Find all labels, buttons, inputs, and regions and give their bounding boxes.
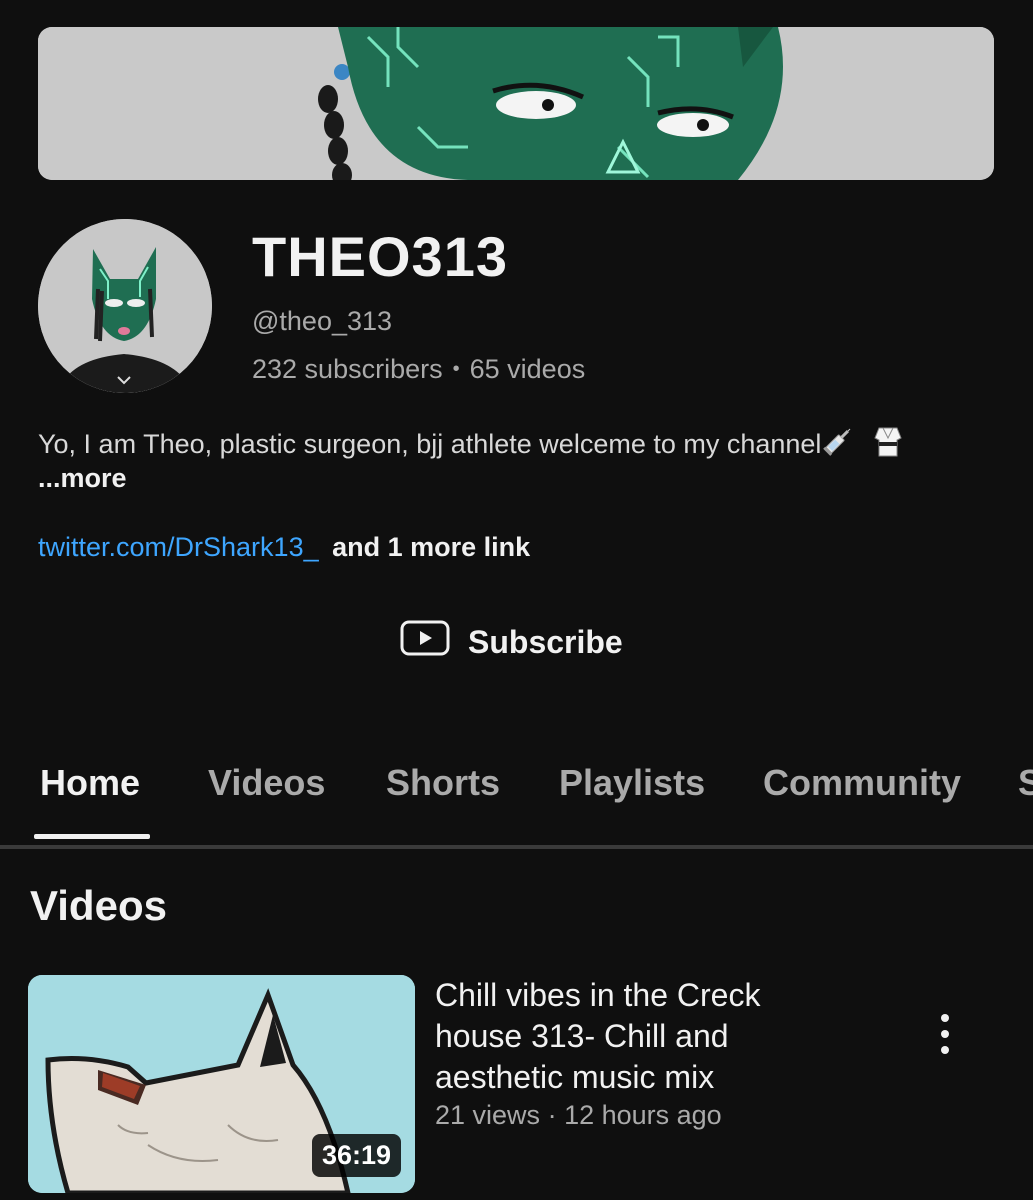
video-age: 12 hours ago (564, 1100, 722, 1130)
tab-truncated[interactable]: S (1018, 762, 1033, 804)
stats-separator: • (452, 358, 460, 380)
section-title: Videos (30, 882, 167, 929)
syringe-emoji (821, 424, 855, 468)
active-tab-indicator (34, 834, 150, 839)
channel-links: twitter.com/DrShark13_ and 1 more link (38, 532, 530, 563)
channel-tabs: Home Videos Shorts Playlists Community S (0, 740, 1033, 849)
video-thumbnail[interactable]: 36:19 (28, 975, 415, 1193)
youtube-play-icon (400, 620, 450, 664)
video-count: 65 videos (469, 354, 586, 384)
channel-avatar[interactable] (38, 219, 212, 393)
subscriber-count: 232 subscribers (252, 354, 443, 384)
channel-banner (38, 27, 994, 180)
video-views: 21 views (435, 1100, 541, 1130)
description-more-link[interactable]: ...more (38, 463, 127, 494)
channel-handle: @theo_313 (252, 306, 393, 336)
avatar-artwork (38, 219, 212, 393)
banner-artwork (38, 27, 994, 180)
tab-shorts[interactable]: Shorts (386, 762, 500, 804)
meta-separator: · (547, 1100, 557, 1130)
subscribe-label: Subscribe (468, 623, 623, 660)
martial-arts-uniform-emoji (871, 424, 905, 468)
tab-playlists[interactable]: Playlists (559, 762, 705, 804)
twitter-link[interactable]: twitter.com/DrShark13_ (38, 532, 319, 562)
video-meta: 21 views · 12 hours ago (435, 1100, 722, 1131)
video-title[interactable]: Chill vibes in the Creck house 313- Chil… (435, 975, 855, 1098)
tab-community[interactable]: Community (763, 762, 961, 804)
more-options-icon[interactable] (925, 1010, 965, 1058)
channel-name: THEO313 (252, 225, 508, 288)
video-duration: 36:19 (311, 1134, 401, 1177)
tab-videos[interactable]: Videos (208, 762, 325, 804)
channel-description[interactable]: Yo, I am Theo, plastic surgeon, bjj athl… (38, 424, 998, 468)
description-text: Yo, I am Theo, plastic surgeon, bjj athl… (38, 429, 822, 460)
channel-stats: 232 subscribers • 65 videos (252, 354, 585, 385)
subscribe-button[interactable]: Subscribe (400, 618, 623, 666)
more-links-button[interactable]: and 1 more link (332, 532, 530, 562)
tab-home[interactable]: Home (40, 762, 140, 804)
